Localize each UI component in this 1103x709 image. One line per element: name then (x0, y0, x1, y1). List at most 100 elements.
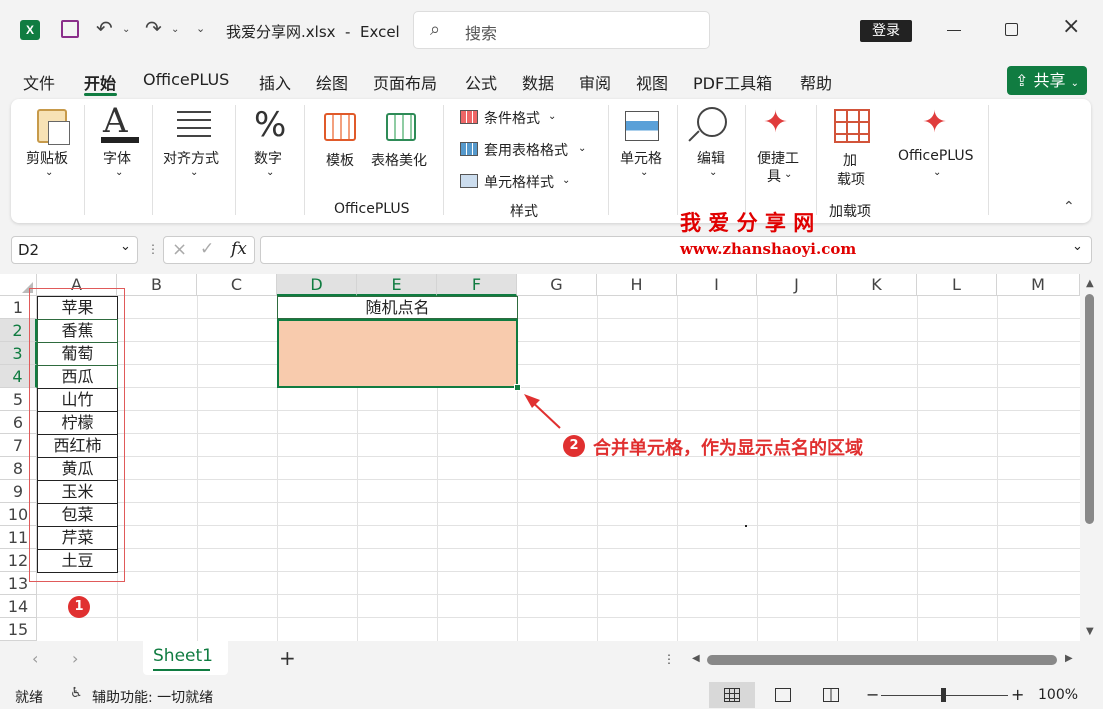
share-label: 共享 (1033, 71, 1066, 90)
column-header-d[interactable]: D (277, 274, 357, 296)
vertical-scroll-thumb[interactable] (1085, 294, 1094, 524)
tab-insert[interactable]: 插入 (259, 70, 291, 94)
officeplus-dropdown-icon[interactable]: ⌄ (933, 167, 941, 178)
customize-toolbar-icon[interactable]: ⌄ (196, 22, 205, 35)
page-break-view-icon[interactable] (823, 688, 839, 702)
share-button[interactable]: ⇪ 共享 ⌄ (1007, 66, 1087, 95)
redo-dropdown-icon[interactable]: ⌄ (171, 24, 179, 35)
tab-file[interactable]: 文件 (23, 70, 55, 94)
save-icon[interactable] (61, 20, 79, 38)
next-sheet-icon[interactable]: › (72, 649, 78, 668)
convenient-tools-button[interactable]: 便捷工 (757, 148, 799, 168)
edit-button[interactable]: 编辑 (697, 148, 725, 168)
beautify-button[interactable]: 表格美化 (371, 150, 427, 170)
column-header-j[interactable]: J (757, 274, 837, 296)
table-format-button[interactable]: 套用表格格式 (484, 140, 568, 160)
minimize-icon[interactable] (947, 30, 961, 31)
tab-formulas[interactable]: 公式 (465, 70, 497, 94)
cell-d1-merged[interactable]: 随机点名 (277, 296, 518, 319)
align-dropdown-icon[interactable]: ⌄ (190, 167, 198, 178)
accessibility-status[interactable]: 辅助功能: 一切就绪 (92, 687, 213, 707)
name-box[interactable]: D2 ⌄ (11, 236, 138, 264)
cancel-icon[interactable]: × (172, 239, 187, 260)
convenient-dropdown-icon[interactable]: ⌄ (784, 169, 792, 180)
scroll-down-icon[interactable]: ▼ (1086, 626, 1094, 637)
clipboard-button[interactable]: 剪贴板 (26, 148, 68, 168)
tab-help[interactable]: 帮助 (800, 70, 832, 94)
cond-format-dropdown-icon[interactable]: ⌄ (548, 111, 556, 122)
login-button[interactable]: 登录 (860, 20, 912, 42)
column-header-i[interactable]: I (677, 274, 757, 296)
zoom-level[interactable]: 100% (1038, 687, 1078, 703)
formula-input[interactable]: ⌄ (260, 236, 1092, 264)
normal-view-button[interactable] (709, 682, 755, 708)
scroll-up-icon[interactable]: ▲ (1086, 278, 1094, 289)
enter-icon[interactable]: ✓ (200, 239, 214, 259)
edit-dropdown-icon[interactable]: ⌄ (709, 167, 717, 178)
grid-vline (597, 296, 598, 641)
column-header-b[interactable]: B (117, 274, 197, 296)
cell-style-button[interactable]: 单元格样式 (484, 172, 554, 192)
ribbon-tabs: 文件 开始 OfficePLUS 插入 绘图 页面布局 公式 数据 审阅 视图 … (0, 62, 1103, 98)
table-format-dropdown-icon[interactable]: ⌄ (578, 143, 586, 154)
cell-style-dropdown-icon[interactable]: ⌄ (562, 175, 570, 186)
addins-button[interactable]: 加 (843, 150, 857, 170)
hscroll-right-icon[interactable]: ▶ (1065, 653, 1073, 664)
tab-page-layout[interactable]: 页面布局 (373, 70, 437, 94)
clipboard-inner-icon (48, 121, 70, 145)
tab-home[interactable]: 开始 (84, 70, 116, 94)
number-dropdown-icon[interactable]: ⌄ (266, 167, 274, 178)
merged-range-d2-f4[interactable] (277, 319, 518, 388)
hscroll-left-icon[interactable]: ◀ (692, 653, 700, 664)
align-button[interactable]: 对齐方式 (163, 148, 219, 168)
prev-sheet-icon[interactable]: ‹ (32, 649, 38, 668)
annotation-badge-1: 1 (68, 596, 90, 618)
cells-dropdown-icon[interactable]: ⌄ (640, 167, 648, 178)
tab-draw[interactable]: 绘图 (316, 70, 348, 94)
clipboard-dropdown-icon[interactable]: ⌄ (45, 167, 53, 178)
undo-icon[interactable]: ↶ (96, 16, 113, 40)
tab-officeplus[interactable]: OfficePLUS (143, 70, 229, 89)
font-dropdown-icon[interactable]: ⌄ (115, 167, 123, 178)
vertical-scrollbar[interactable]: ▲ ▼ (1080, 274, 1103, 641)
maximize-icon[interactable] (1005, 23, 1018, 36)
undo-dropdown-icon[interactable]: ⌄ (122, 24, 130, 35)
column-header-c[interactable]: C (197, 274, 277, 296)
column-header-h[interactable]: H (597, 274, 677, 296)
collapse-ribbon-icon[interactable]: ⌃ (1063, 199, 1075, 215)
tab-data[interactable]: 数据 (522, 70, 554, 94)
column-header-m[interactable]: M (997, 274, 1080, 296)
cells-button[interactable]: 单元格 (620, 148, 662, 168)
number-button[interactable]: 数字 (254, 148, 282, 168)
expand-formula-icon[interactable]: ⌄ (1072, 239, 1083, 254)
sheet-tab-sheet1[interactable]: Sheet1 (143, 641, 228, 675)
close-icon[interactable]: × (1062, 14, 1080, 39)
stray-dot (745, 525, 747, 527)
column-header-k[interactable]: K (837, 274, 917, 296)
spreadsheet-grid[interactable]: ABCDEFGHIJKLM 1 2 3 4 5 6 7 8 9 10 11 12 13 14 15 随机点名… (0, 274, 1080, 641)
column-header-f[interactable]: F (437, 274, 517, 296)
zoom-slider-thumb[interactable] (941, 688, 946, 702)
zoom-in-icon[interactable]: + (1011, 685, 1024, 704)
font-button[interactable]: 字体 (103, 148, 131, 168)
insert-function-icon[interactable]: fx (231, 239, 247, 259)
column-header-l[interactable]: L (917, 274, 997, 296)
cond-format-button[interactable]: 条件格式 (484, 108, 540, 128)
officeplus-button[interactable]: OfficePLUS (898, 148, 974, 164)
tab-review[interactable]: 审阅 (579, 70, 611, 94)
zoom-out-icon[interactable]: − (866, 685, 879, 704)
name-box-dropdown-icon[interactable]: ⌄ (120, 239, 131, 254)
template-button[interactable]: 模板 (326, 150, 354, 170)
column-header-e[interactable]: E (357, 274, 437, 296)
row-header-15[interactable]: 15 (0, 618, 37, 641)
add-sheet-button[interactable]: + (279, 646, 296, 670)
column-header-g[interactable]: G (517, 274, 597, 296)
page-layout-view-icon[interactable] (775, 688, 791, 702)
search-box[interactable]: ⌕ 搜索 (413, 11, 710, 49)
redo-icon[interactable]: ↷ (145, 16, 162, 40)
tab-pdf-tools[interactable]: PDF工具箱 (693, 70, 772, 94)
horizontal-scroll-thumb[interactable] (707, 655, 1057, 665)
row-header-14[interactable]: 14 (0, 595, 37, 618)
accessibility-icon[interactable]: ♿ (70, 685, 83, 701)
tab-view[interactable]: 视图 (636, 70, 668, 94)
